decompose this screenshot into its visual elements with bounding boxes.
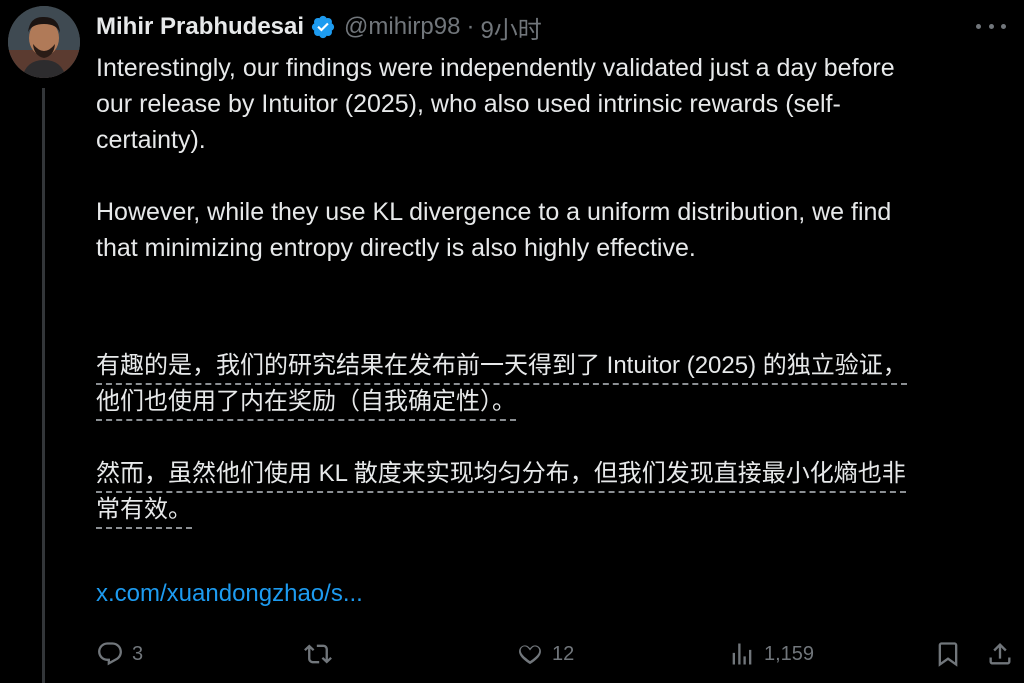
tweet[interactable]: Mihir Prabhudesai @mihirp98 · 9小时 Intere…: [0, 0, 1024, 683]
chinese-line: 有趣的是，我们的研究结果在发布前一天得到了 Intuitor (2025) 的独…: [96, 352, 907, 385]
verified-badge-icon: [311, 15, 335, 39]
tweet-header: Mihir Prabhudesai @mihirp98 · 9小时: [96, 10, 542, 44]
chinese-line: 常有效。: [96, 496, 192, 529]
thread-line: [42, 88, 45, 683]
chinese-line: 然而，虽然他们使用 KL 散度来实现均匀分布，但我们发现直接最小化熵也非: [96, 460, 906, 493]
avatar-image: [8, 6, 80, 78]
english-line: However, while they use KL divergence to…: [96, 198, 892, 226]
more-dot: [1001, 23, 1006, 29]
tweet-body-chinese-para1: 有趣的是，我们的研究结果在发布前一天得到了 Intuitor (2025) 的独…: [96, 348, 1006, 421]
like-icon: [519, 645, 541, 665]
avatar[interactable]: [8, 6, 80, 78]
retweet-icon: [304, 644, 332, 664]
share-icon: [989, 643, 1011, 665]
header-separator: ·: [466, 13, 475, 40]
bookmark-button[interactable]: [934, 636, 962, 672]
retweet-button[interactable]: [304, 636, 332, 672]
views-button[interactable]: 1,159: [728, 636, 814, 672]
bookmark-icon: [938, 642, 958, 667]
chinese-line: 他们也使用了内在奖励（自我确定性）。: [96, 388, 516, 421]
english-line: certainty).: [96, 126, 206, 154]
like-count: 12: [552, 642, 575, 665]
share-button[interactable]: [986, 636, 1014, 672]
tweet-body-chinese-para2: 然而，虽然他们使用 KL 散度来实现均匀分布，但我们发现直接最小化熵也非 常有效…: [96, 456, 1006, 529]
views-icon: [732, 643, 752, 665]
more-dot: [988, 23, 994, 29]
english-line: that minimizing entropy directly is also…: [96, 234, 696, 262]
action-bar: 3 12 1,159: [96, 636, 1016, 672]
english-line: Interestingly, our findings were indepen…: [96, 54, 895, 82]
like-button[interactable]: 12: [516, 636, 574, 672]
author-handle[interactable]: @mihirp98: [344, 13, 460, 41]
more-icon[interactable]: [976, 14, 1006, 38]
reply-count: 3: [132, 642, 144, 665]
tweet-link[interactable]: x.com/xuandongzhao/s...: [96, 580, 363, 608]
english-line: our release by Intuitor (2025), who also…: [96, 90, 841, 118]
author-name[interactable]: Mihir Prabhudesai: [96, 13, 304, 41]
tweet-time[interactable]: 9小时: [480, 10, 541, 45]
tweet-body-english: Interestingly, our findings were indepen…: [96, 50, 996, 266]
more-dot: [976, 23, 981, 29]
reply-icon: [98, 642, 122, 666]
views-count: 1,159: [764, 642, 815, 665]
reply-button[interactable]: 3: [96, 636, 143, 672]
